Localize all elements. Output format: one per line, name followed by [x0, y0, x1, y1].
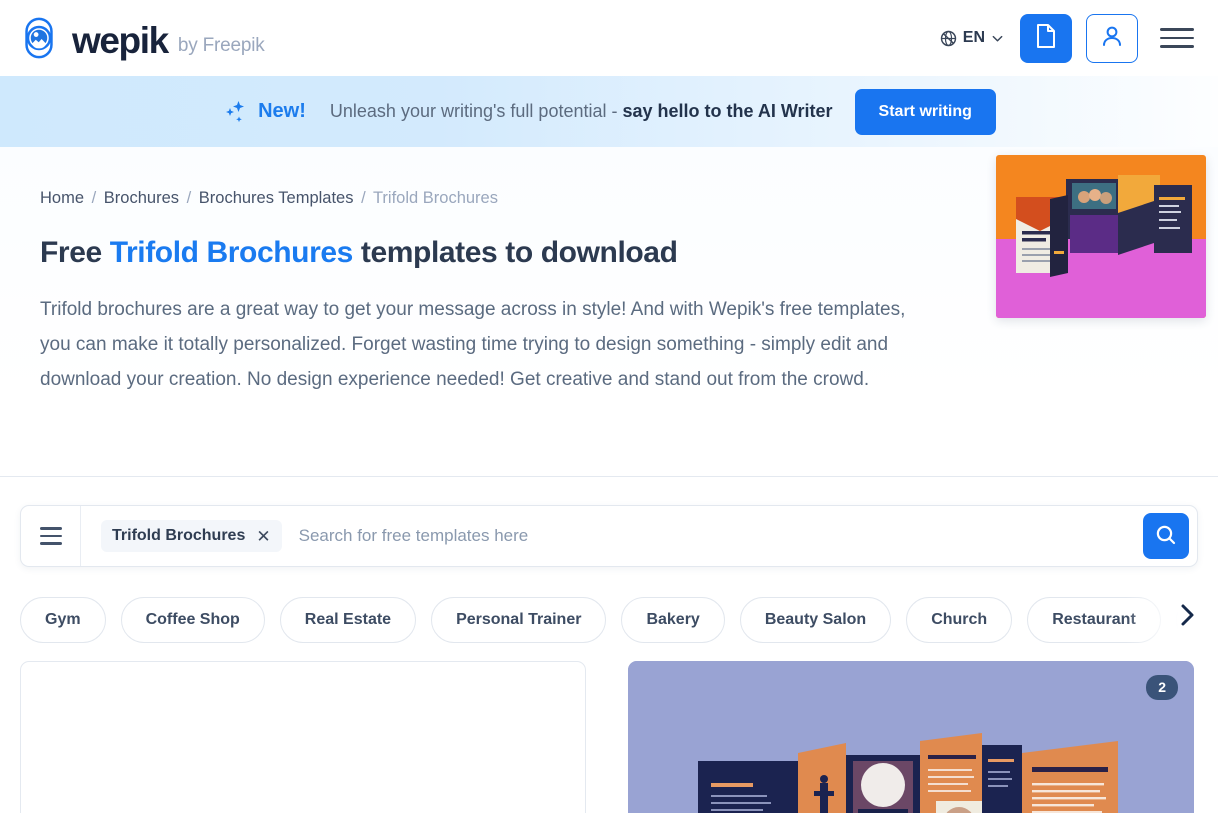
- breadcrumb-item-brochures-templates[interactable]: Brochures Templates: [199, 189, 354, 207]
- logo-byline: by Freepik: [177, 35, 265, 56]
- breadcrumb-item-home[interactable]: Home: [40, 189, 84, 207]
- filter-chip-coffee-shop[interactable]: Coffee Shop: [120, 597, 265, 643]
- language-label: EN: [962, 29, 985, 46]
- banner-message-text: Unleash your writing's full potential -: [329, 101, 618, 121]
- announcement-banner: New! Unleash your writing's full potenti…: [0, 76, 1218, 147]
- account-button[interactable]: [1086, 13, 1138, 63]
- search-categories-menu-icon[interactable]: [21, 506, 81, 566]
- filter-chip-church[interactable]: Church: [906, 597, 1013, 643]
- search-filter-chip[interactable]: Trifold Brochures ✕: [101, 520, 282, 552]
- hero-section: Home / Brochures / Brochures Templates /…: [0, 147, 1218, 476]
- page-title-prefix: Free: [40, 236, 110, 269]
- filter-chip-real-estate[interactable]: Real Estate: [279, 597, 417, 643]
- breadcrumb-item-brochures[interactable]: Brochures: [104, 189, 179, 207]
- search-input[interactable]: [298, 526, 1135, 546]
- page-title-suffix: templates to download: [352, 236, 678, 269]
- hamburger-menu-icon[interactable]: [1160, 21, 1194, 55]
- header-actions: EN: [938, 13, 1194, 63]
- banner-message-bold: say hello to the AI Writer: [622, 101, 833, 121]
- breadcrumb-separator: /: [186, 189, 192, 207]
- search-submit-button[interactable]: [1143, 513, 1189, 559]
- breadcrumb-separator: /: [361, 189, 366, 207]
- create-design-button[interactable]: [1020, 13, 1072, 63]
- filter-chip-gym[interactable]: Gym: [20, 597, 106, 643]
- filter-chip-beauty-salon[interactable]: Beauty Salon: [739, 597, 892, 643]
- user-icon: [1101, 24, 1123, 53]
- template-results-grid: 2: [0, 643, 1218, 813]
- search-icon: [1154, 523, 1178, 550]
- category-filter-row: Gym Coffee Shop Real Estate Personal Tra…: [0, 567, 1218, 645]
- logo-wordmark: wepik: [72, 20, 169, 61]
- banner-message: Unleash your writing's full potential - …: [330, 101, 833, 122]
- search-bar: Trifold Brochures ✕: [20, 505, 1198, 567]
- chevron-right-icon[interactable]: [1174, 602, 1200, 633]
- template-card-loading[interactable]: [20, 661, 586, 813]
- close-icon[interactable]: ✕: [256, 528, 270, 545]
- breadcrumb-current: Trifold Brochures: [372, 189, 498, 207]
- search-section: Trifold Brochures ✕: [0, 477, 1218, 567]
- wepik-astronaut-logo-icon: [16, 15, 62, 61]
- category-filter-scroll-fade: [1126, 589, 1218, 645]
- site-header: wepik by Freepik EN: [0, 0, 1218, 76]
- page-description: Trifold brochures are a great way to get…: [40, 299, 906, 390]
- page-title-highlight: Trifold Brochures: [109, 236, 354, 269]
- document-icon: [1035, 23, 1057, 54]
- search-filter-chip-label: Trifold Brochures: [112, 527, 246, 544]
- template-card-church-trifold[interactable]: 2: [628, 661, 1194, 813]
- language-selector[interactable]: EN: [938, 25, 1006, 51]
- logo[interactable]: wepik by Freepik: [16, 15, 265, 61]
- globe-icon: [940, 30, 957, 47]
- breadcrumb-separator: /: [91, 189, 97, 207]
- chevron-down-icon: [991, 32, 1004, 45]
- page-count-badge: 2: [1146, 675, 1178, 700]
- banner-new-label: New!: [258, 100, 306, 122]
- filter-chip-personal-trainer[interactable]: Personal Trainer: [431, 597, 607, 643]
- hero-brochure-mockup-image: [996, 155, 1206, 318]
- start-writing-button[interactable]: Start writing: [854, 88, 996, 135]
- filter-chip-bakery[interactable]: Bakery: [621, 597, 725, 643]
- sparkles-icon: [222, 99, 258, 125]
